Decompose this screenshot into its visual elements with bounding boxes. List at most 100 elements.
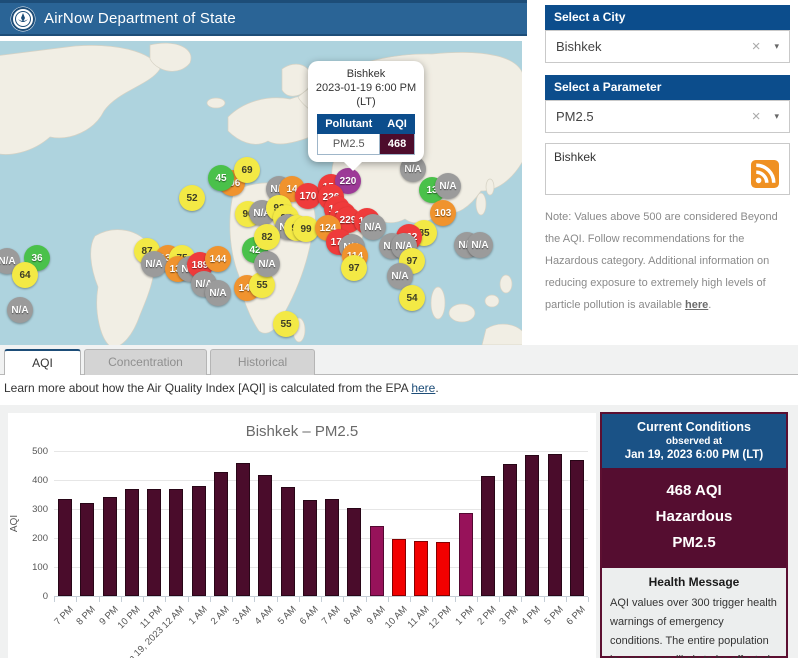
chart-x-label: 7 PM — [52, 604, 75, 627]
aqi-marker[interactable]: 69 — [234, 157, 260, 183]
aqi-marker[interactable]: 103 — [430, 200, 456, 226]
aqi-bar[interactable] — [281, 487, 295, 596]
cc-observed-datetime: Jan 19, 2023 6:00 PM (LT) — [606, 449, 782, 461]
aqi-bar[interactable] — [80, 503, 94, 596]
chart-x-label: 1 PM — [453, 604, 476, 627]
aqi-marker[interactable]: 55 — [273, 311, 299, 337]
chart-x-tickmark — [277, 597, 278, 602]
chart-x-label: 6 PM — [564, 604, 587, 627]
chart-x-tickmark — [410, 597, 411, 602]
popup-timezone: (LT) — [313, 95, 419, 109]
aqi-bar[interactable] — [103, 497, 117, 596]
chart-x-label: 2 AM — [209, 604, 232, 627]
cc-aqi-pollutant: PM2.5 — [602, 530, 786, 556]
note-text: Note: Values above 500 are considered Be… — [545, 206, 792, 316]
chart-y-tick: 200 — [16, 533, 48, 544]
select-city-header: Select a City — [545, 5, 790, 30]
aqi-bar[interactable] — [125, 489, 139, 596]
parameter-select[interactable]: PM2.5 × ▾ — [545, 100, 790, 133]
aqi-bar-chart: Bishkek – PM2.5 AQI 01002003004005007 PM… — [8, 413, 596, 658]
aqi-bar[interactable] — [347, 508, 361, 596]
app-title: AirNow Department of State — [44, 10, 236, 27]
chart-x-tickmark — [499, 597, 500, 602]
tab-concentration[interactable]: Concentration — [84, 349, 207, 375]
note-here-link[interactable]: here — [685, 299, 708, 311]
chart-x-label: 4 AM — [253, 604, 276, 627]
chart-x-tickmark — [477, 597, 478, 602]
aqi-bar[interactable] — [325, 499, 339, 596]
chart-x-label: 10 AM — [383, 604, 410, 631]
cc-health-message: Health Message AQI values over 300 trigg… — [602, 568, 786, 658]
aqi-bar[interactable] — [570, 460, 584, 596]
aqi-world-map[interactable]: N/A3664N/A8713575N/A131N/A189144N/AN/A14… — [0, 41, 522, 345]
chart-y-tick: 100 — [16, 562, 48, 573]
aqi-marker[interactable]: 82 — [254, 224, 280, 250]
chart-x-axis-line — [54, 596, 588, 597]
aqi-bar[interactable] — [503, 464, 517, 596]
aqi-bar[interactable] — [236, 463, 250, 596]
rss-feed-icon[interactable] — [751, 160, 779, 188]
city-caret-down-icon[interactable]: ▾ — [774, 41, 779, 52]
aqi-bar[interactable] — [392, 539, 406, 596]
learn-more-here-link[interactable]: here — [411, 381, 435, 395]
aqi-bar[interactable] — [58, 499, 72, 596]
aqi-marker[interactable]: 45 — [208, 165, 234, 191]
chart-y-tick: 500 — [16, 446, 48, 457]
aqi-marker[interactable]: N/A — [254, 251, 280, 277]
aqi-bar[interactable] — [481, 476, 495, 596]
chart-title: Bishkek – PM2.5 — [8, 423, 596, 440]
city-clear-icon[interactable]: × — [752, 38, 761, 55]
select-parameter-header: Select a Parameter — [545, 75, 790, 100]
aqi-marker[interactable]: N/A — [435, 173, 461, 199]
aqi-bar[interactable] — [525, 455, 539, 596]
aqi-bar[interactable] — [258, 475, 272, 596]
aqi-marker[interactable]: 64 — [12, 262, 38, 288]
chart-x-label: 3 AM — [231, 604, 254, 627]
chart-x-label: 7 AM — [320, 604, 343, 627]
chart-x-tickmark — [299, 597, 300, 602]
aqi-marker[interactable]: N/A — [467, 232, 493, 258]
popup-pollutant-value: PM2.5 — [318, 134, 380, 155]
aqi-bar[interactable] — [414, 541, 428, 596]
cc-aqi-block: 468 AQI Hazardous PM2.5 — [602, 468, 786, 568]
tab-historical[interactable]: Historical — [210, 349, 315, 375]
chart-x-tickmark — [54, 597, 55, 602]
aqi-marker[interactable]: N/A — [7, 297, 33, 323]
cc-aqi-category: Hazardous — [602, 504, 786, 530]
popup-tip — [344, 162, 362, 171]
aqi-marker[interactable]: N/A — [141, 251, 167, 277]
cc-title: Current Conditions — [606, 420, 782, 434]
aqi-bar[interactable] — [459, 513, 473, 596]
current-conditions-panel: Current Conditions observed at Jan 19, 2… — [600, 412, 788, 658]
app-header: AirNow Department of State — [0, 0, 527, 36]
aqi-bar[interactable] — [147, 489, 161, 596]
aqi-marker[interactable]: 97 — [341, 255, 367, 281]
aqi-marker[interactable]: 144 — [205, 246, 231, 272]
chart-x-tickmark — [588, 597, 589, 602]
aqi-bar[interactable] — [303, 500, 317, 596]
aqi-marker[interactable]: 52 — [179, 185, 205, 211]
city-select[interactable]: Bishkek × ▾ — [545, 30, 790, 63]
tab-aqi[interactable]: AQI — [4, 349, 81, 375]
aqi-bar[interactable] — [436, 542, 450, 596]
chart-x-label: 12 PM — [427, 604, 454, 631]
aqi-bar[interactable] — [169, 489, 183, 596]
aqi-marker[interactable]: N/A — [205, 280, 231, 306]
chart-x-label: 5 AM — [275, 604, 298, 627]
chart-y-tick: 400 — [16, 475, 48, 486]
popup-city: Bishkek — [313, 67, 419, 81]
aqi-bar[interactable] — [548, 454, 562, 596]
aqi-bar[interactable] — [370, 526, 384, 596]
aqi-marker[interactable]: 54 — [399, 285, 425, 311]
parameter-clear-icon[interactable]: × — [752, 108, 761, 125]
cc-aqi-value: 468 AQI — [602, 478, 786, 504]
feed-box: Bishkek — [545, 143, 790, 195]
aqi-bar[interactable] — [192, 486, 206, 596]
parameter-select-value: PM2.5 — [556, 109, 594, 124]
parameter-caret-down-icon[interactable]: ▾ — [774, 111, 779, 122]
state-department-seal-icon — [10, 6, 36, 32]
aqi-bar[interactable] — [214, 472, 228, 596]
current-conditions-header: Current Conditions observed at Jan 19, 2… — [602, 414, 786, 468]
popup-col-aqi: AQI — [380, 115, 415, 134]
chart-x-label: 6 AM — [298, 604, 321, 627]
